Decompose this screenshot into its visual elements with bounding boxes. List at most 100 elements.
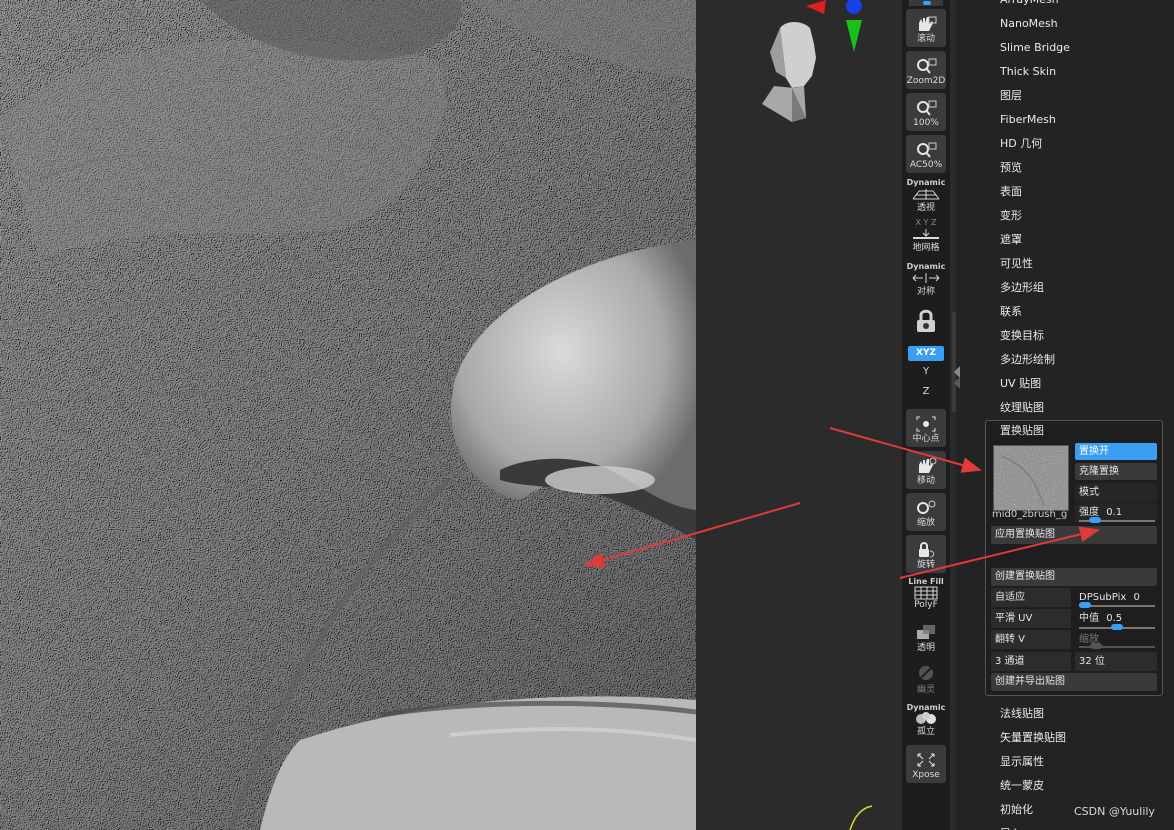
menu-item[interactable]: 导入 — [1000, 822, 1022, 830]
gizmo-x-axis[interactable] — [806, 0, 826, 14]
solo-icon — [916, 712, 936, 724]
displacement-thumbnail[interactable] — [993, 445, 1069, 511]
zoom-ac50-icon — [917, 142, 937, 158]
displacement-map-title[interactable]: 置换贴图 — [1000, 421, 1044, 441]
mid-label: 中值 — [1079, 613, 1099, 624]
transparent-tool[interactable]: 透明 — [906, 624, 946, 653]
create-export-map-button[interactable]: 创建并导出贴图 — [991, 673, 1157, 691]
displacement-texture-preview — [994, 446, 1068, 510]
menu-item[interactable]: Slime Bridge — [1000, 36, 1070, 60]
displacement-map-panel: 置换贴图 mid0_zbrush_g 置换开 克隆置换 模式 强度 0.1 应用… — [985, 420, 1163, 696]
smooth-uv-toggle[interactable]: 平滑 UV — [991, 609, 1071, 628]
line-fill-label: Line Fill — [908, 577, 944, 586]
perspective-tool-label: 透视 — [916, 203, 935, 213]
xpose-tool[interactable]: Xpose — [906, 745, 946, 783]
scroll-tool[interactable]: 滚动 — [906, 9, 946, 47]
perspective-grid-icon — [912, 189, 940, 200]
flip-v-toggle[interactable]: 翻转 V — [991, 630, 1071, 649]
solo-tool[interactable]: 孤立 — [906, 712, 946, 737]
rotate-icon — [919, 542, 935, 558]
menu-item[interactable]: NanoMesh — [1000, 12, 1058, 36]
clone-displacement-button[interactable]: 克隆置换 — [1075, 463, 1157, 480]
intensity-knob[interactable] — [1088, 517, 1101, 523]
scroll-tool-label: 滚动 — [916, 34, 935, 44]
scale-tool[interactable]: 缩放 — [906, 493, 946, 531]
gizmo-z-axis[interactable] — [846, 0, 862, 14]
adaptive-toggle[interactable]: 自适应 — [991, 588, 1071, 607]
sculpt-viewport[interactable] — [0, 0, 696, 830]
menu-item[interactable]: FiberMesh — [1000, 108, 1056, 132]
y-axis-label: Y — [922, 366, 930, 377]
center-point-tool-label: 中心点 — [912, 434, 940, 444]
menu-item[interactable]: 表面 — [1000, 180, 1022, 204]
mode-button[interactable]: 模式 — [1075, 483, 1157, 502]
scale-knob[interactable] — [1090, 643, 1102, 649]
lock-camera-tool[interactable] — [906, 308, 946, 336]
floor-grid-tool[interactable]: 地网格 — [906, 228, 946, 253]
zoom-2d-icon — [917, 58, 937, 74]
center-point-tool[interactable]: 中心点 — [906, 409, 946, 447]
move-tool[interactable]: 移动 — [906, 451, 946, 489]
dpsubpix-value: 0 — [1133, 592, 1140, 603]
transparent-tool-label: 透明 — [916, 643, 935, 653]
xpose-tool-label: Xpose — [912, 770, 940, 780]
menu-item[interactable]: 变形 — [1000, 204, 1022, 228]
z-axis-label: Z — [922, 386, 930, 397]
menu-item[interactable]: HD 几何 — [1000, 132, 1042, 156]
menu-item[interactable]: 变换目标 — [1000, 324, 1044, 348]
menu-item[interactable]: ArrayMesh — [1000, 0, 1059, 12]
menu-item[interactable]: UV 贴图 — [1000, 372, 1041, 396]
zoom100-tool[interactable]: 100% — [906, 93, 946, 131]
intensity-value: 0.1 — [1106, 507, 1123, 518]
menu-item[interactable]: Thick Skin — [1000, 60, 1056, 84]
scale-tool-label: 缩放 — [916, 518, 935, 528]
axis-hint: X Y Z — [915, 218, 937, 227]
menu-item[interactable]: 图层 — [1000, 84, 1022, 108]
polyframe-tool[interactable]: PolyF — [906, 586, 946, 610]
menu-item[interactable]: 多边形组 — [1000, 276, 1044, 300]
menu-item[interactable]: 多边形绘制 — [1000, 348, 1055, 372]
move-tool-label: 移动 — [916, 476, 935, 486]
navigation-gizmo[interactable] — [696, 0, 902, 130]
y-rotate-button[interactable]: Y — [906, 366, 946, 377]
symmetry-tool[interactable]: 对称 — [906, 272, 946, 297]
move-hand-icon — [919, 457, 937, 473]
z-rotate-button[interactable]: Z — [906, 386, 946, 397]
menu-item[interactable]: 联系 — [1000, 300, 1022, 324]
menu-item[interactable]: 法线贴图 — [1000, 702, 1044, 726]
canvas-background[interactable] — [696, 0, 902, 830]
shelf-top-slider[interactable] — [906, 0, 946, 6]
ghost-tool[interactable]: 幽灵 — [906, 664, 946, 695]
xyz-rotate-button[interactable]: XYZ — [908, 346, 944, 361]
menu-item[interactable]: 预览 — [1000, 156, 1022, 180]
menu-item[interactable]: 矢量置换贴图 — [1000, 726, 1066, 750]
three-channel-toggle[interactable]: 3 通道 — [991, 652, 1071, 671]
menu-item[interactable]: 可见性 — [1000, 252, 1033, 276]
menu-item[interactable]: 遮罩 — [1000, 228, 1022, 252]
gizmo-y-axis[interactable] — [846, 20, 862, 52]
dynamic-label-3: Dynamic — [906, 703, 946, 712]
displacement-on-button[interactable]: 置换开 — [1075, 443, 1157, 460]
polyframe-tool-label: PolyF — [914, 600, 938, 610]
bit-depth-toggle[interactable]: 32 位 — [1075, 652, 1157, 671]
scale-icon — [917, 500, 936, 514]
menu-item[interactable]: 显示属性 — [1000, 750, 1044, 774]
create-displacement-button[interactable]: 创建置换贴图 — [991, 568, 1157, 586]
ac50-tool[interactable]: AC50% — [906, 135, 946, 173]
menu-item[interactable]: 纹理贴图 — [1000, 396, 1044, 420]
rotate-tool[interactable]: 旋转 — [906, 535, 946, 573]
camera-lock-icon — [917, 309, 935, 332]
zoom2d-tool[interactable]: Zoom2D — [906, 51, 946, 89]
floor-grid-tool-label: 地网格 — [912, 243, 940, 253]
ghost-icon — [918, 665, 934, 681]
symmetry-icon — [912, 273, 940, 283]
menu-item[interactable]: 初始化 — [1000, 798, 1033, 822]
perspective-tool[interactable]: 透视 — [906, 188, 946, 213]
collapse-arrow-icon-2[interactable] — [954, 377, 962, 389]
mid-value: 0.5 — [1106, 613, 1123, 624]
polyframe-icon — [914, 586, 938, 600]
menu-item[interactable]: 统一蒙皮 — [1000, 774, 1044, 798]
ghost-tool-label: 幽灵 — [916, 685, 935, 695]
dpsubpix-knob[interactable] — [1079, 602, 1091, 608]
apply-displacement-button[interactable]: 应用置换贴图 — [991, 526, 1157, 544]
